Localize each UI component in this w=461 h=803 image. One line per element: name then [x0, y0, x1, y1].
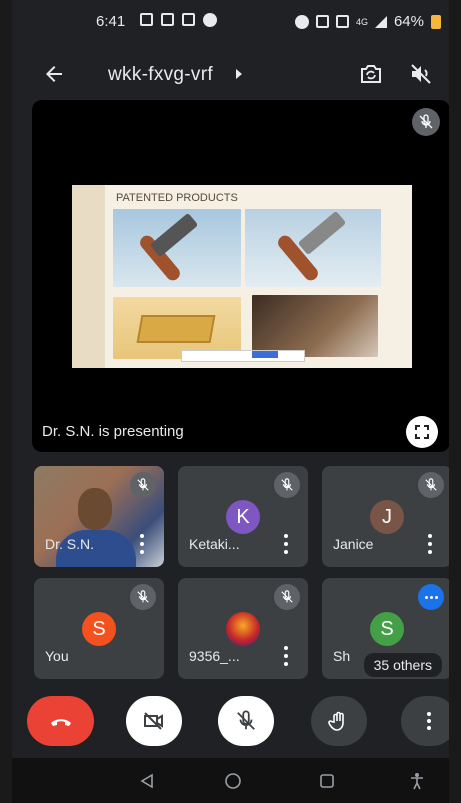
more-vert-icon[interactable]	[138, 534, 146, 554]
more-vert-icon[interactable]	[282, 646, 290, 666]
signal-icon	[374, 15, 387, 28]
call-controls	[12, 692, 449, 752]
razor-image-1: Gallette razor	[113, 209, 241, 306]
participant-tile[interactable]: Dr. S.N.	[34, 466, 164, 567]
mic-off-icon	[412, 108, 440, 136]
microphone-button[interactable]	[218, 696, 274, 746]
switch-camera-icon[interactable]	[358, 61, 384, 87]
speaking-indicator-icon	[418, 584, 444, 610]
more-vert-icon[interactable]	[282, 534, 290, 554]
camera-button[interactable]	[126, 696, 182, 746]
status-bar: 6:41 4G 64%	[12, 0, 449, 44]
mic-off-icon	[130, 584, 156, 610]
status-time: 6:41	[96, 13, 126, 30]
mic-off-icon	[418, 472, 444, 498]
battery-percent: 64%	[393, 13, 424, 30]
mic-off-icon	[274, 584, 300, 610]
gallery-icon	[182, 13, 195, 26]
avatar-image	[226, 612, 260, 646]
raise-hand-button[interactable]	[311, 696, 367, 746]
fullscreen-button[interactable]	[406, 416, 438, 448]
presenting-label: Dr. S.N. is presenting	[42, 423, 184, 440]
cast-icon	[140, 13, 153, 26]
mic-off-icon	[274, 472, 300, 498]
nav-recents-icon[interactable]	[318, 772, 336, 790]
nav-home-icon[interactable]	[224, 772, 242, 790]
avatar: S	[82, 612, 116, 646]
meeting-code[interactable]: wkk-fxvg-vrf	[108, 64, 213, 86]
speaker-off-icon[interactable]	[409, 62, 433, 86]
slide-notification-bar	[181, 350, 305, 362]
end-call-button[interactable]	[27, 696, 94, 746]
others-count[interactable]: 35 others	[363, 653, 442, 677]
fullscreen-icon	[415, 425, 429, 439]
camera-off-icon	[144, 712, 163, 730]
notification-icon	[161, 13, 174, 26]
participant-tile[interactable]: J Janice	[322, 466, 449, 567]
participant-name: Ketaki...	[189, 536, 240, 552]
phone-icon	[203, 13, 217, 27]
participant-name: 9356_...	[189, 648, 240, 664]
participant-name: You	[45, 648, 69, 664]
network-type: 4G	[355, 16, 368, 27]
avatar: K	[226, 500, 260, 534]
vibrate-icon	[335, 15, 349, 28]
raise-hand-icon	[328, 711, 344, 731]
accessibility-icon[interactable]	[408, 772, 426, 790]
alarm-icon	[294, 14, 309, 29]
meet-call-screen: 6:41 4G 64% wkk-fxvg-vrf PATENTED PRODUC…	[12, 0, 449, 803]
top-bar: wkk-fxvg-vrf	[12, 52, 449, 96]
participant-tile[interactable]: K Ketaki...	[178, 466, 308, 567]
avatar: J	[370, 500, 404, 534]
more-vert-icon	[427, 712, 431, 730]
participant-tile[interactable]: S Sh 35 others	[322, 578, 449, 679]
nav-back-icon[interactable]	[138, 772, 156, 790]
presentation-tile[interactable]: PATENTED PRODUCTS Gallette razor Dr. S.N…	[32, 100, 449, 452]
mic-off-icon	[237, 710, 255, 730]
chevron-right-icon[interactable]	[234, 68, 244, 80]
slide-title: PATENTED PRODUCTS	[116, 192, 238, 204]
avatar: S	[370, 612, 404, 646]
shared-slide: PATENTED PRODUCTS Gallette razor	[72, 185, 412, 368]
end-call-icon	[50, 719, 71, 726]
system-nav-bar	[12, 758, 449, 803]
participant-name: Sh	[333, 648, 351, 664]
participant-tile[interactable]: 9356_...	[178, 578, 308, 679]
hand-chip-image	[252, 295, 378, 357]
participant-name: Dr. S.N.	[45, 536, 95, 552]
volte-icon	[315, 15, 329, 28]
participant-name: Janice	[333, 536, 374, 552]
participant-tile[interactable]: S You	[34, 578, 164, 679]
battery-icon	[431, 14, 441, 29]
more-vert-icon[interactable]	[426, 534, 434, 554]
more-options-button[interactable]	[401, 696, 449, 746]
mic-off-icon	[130, 472, 156, 498]
razor-image-2	[245, 209, 381, 287]
back-arrow-icon[interactable]	[42, 62, 66, 86]
